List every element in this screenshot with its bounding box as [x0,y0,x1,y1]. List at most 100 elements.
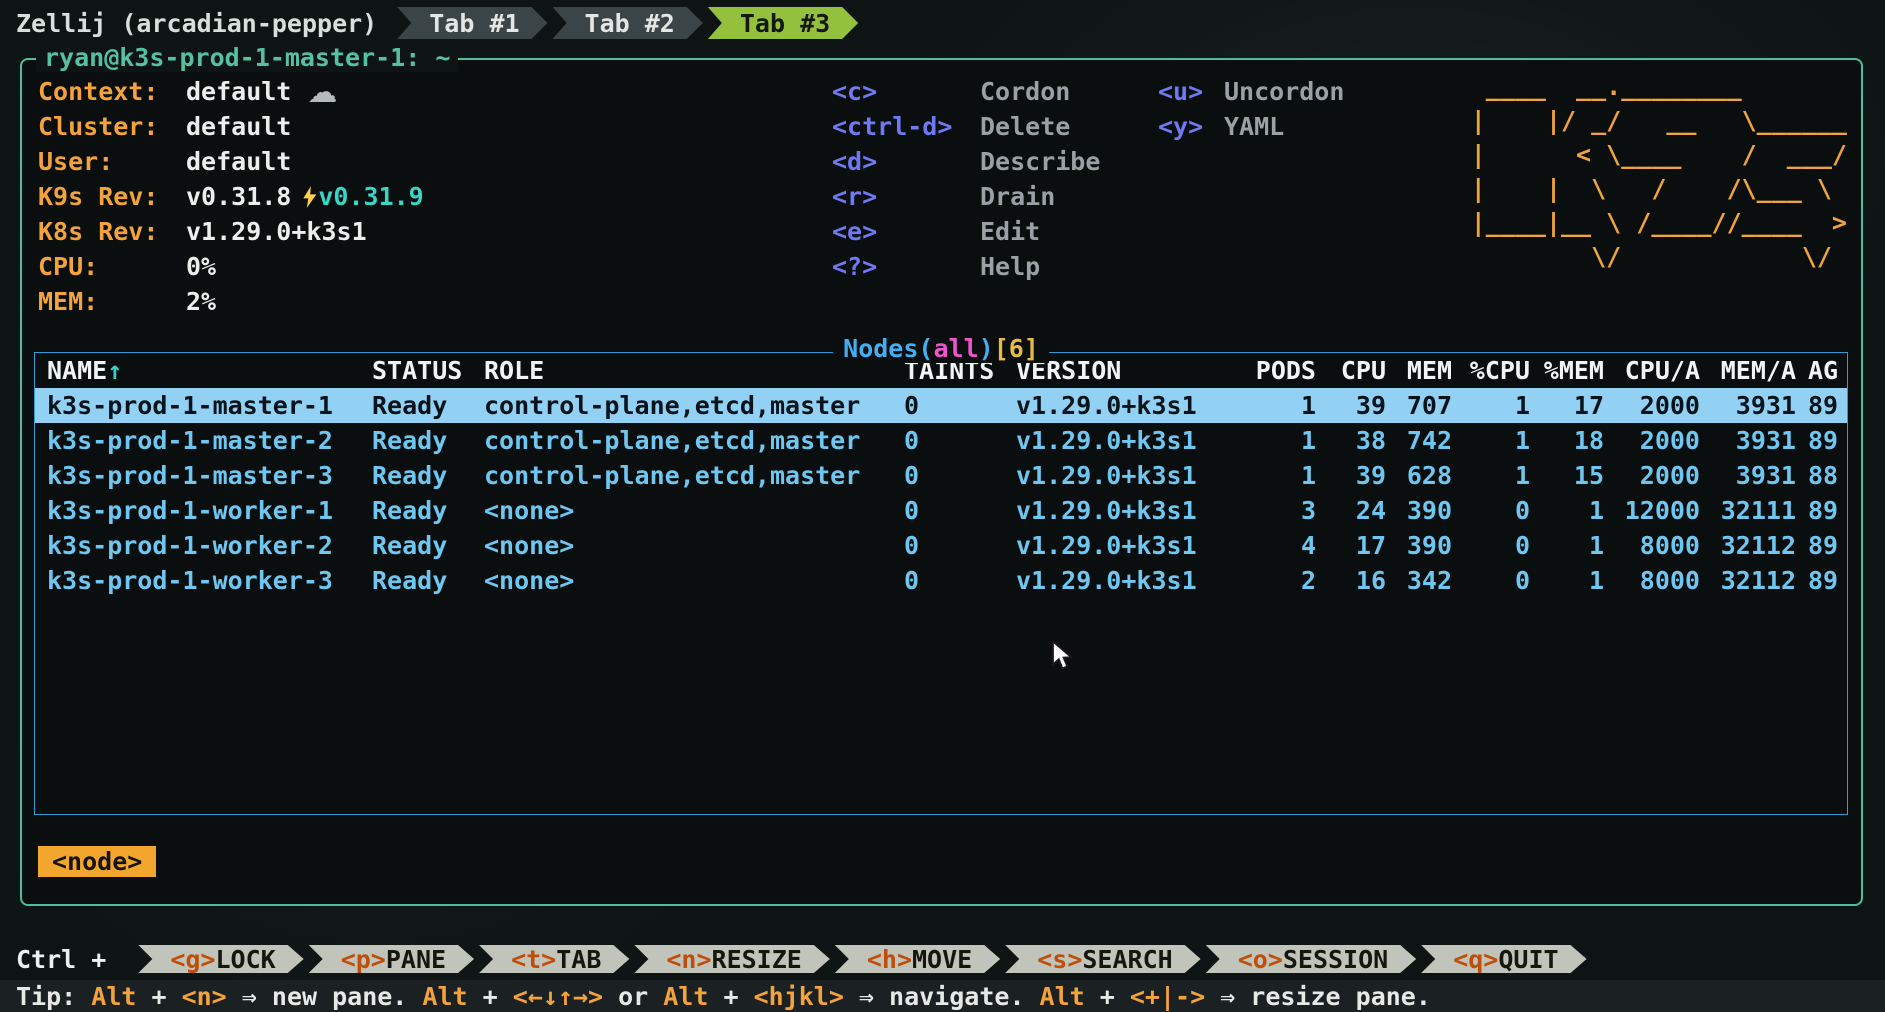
tip-token: <hjkl> [754,982,844,1011]
cell: k3s-prod-1-worker-2 [47,528,372,563]
header-ag[interactable]: AG [1796,353,1842,388]
menu-label [1224,179,1424,214]
zellij-tab-1[interactable]: Tab #1 [397,7,547,39]
tip-token: <n> [182,982,227,1011]
cell: 89 [1796,388,1842,423]
segment-label: QUIT [1498,945,1558,974]
status-segment-search[interactable]: <s> SEARCH [1005,945,1200,973]
menu-key: <ctrl-d> [832,109,980,144]
cell: k3s-prod-1-master-2 [47,423,372,458]
menu-label: Drain [980,179,1158,214]
cell: 17 [1530,388,1604,423]
cell: <none> [484,528,904,563]
cell: 3 [1241,493,1316,528]
status-segment-quit[interactable]: <q> QUIT [1421,945,1586,973]
table-row[interactable]: k3s-prod-1-worker-3Ready<none>0v1.29.0+k… [35,563,1847,598]
table-title: Nodes(all)[6] [833,334,1049,363]
cell: 89 [1796,493,1842,528]
cell: control-plane,etcd,master [484,458,904,493]
cell: 1 [1241,458,1316,493]
cell: 1 [1530,528,1604,563]
cell: 390 [1386,528,1452,563]
cell: 24 [1316,493,1386,528]
header-name[interactable]: NAME↑ [47,353,372,388]
cell: k3s-prod-1-master-3 [47,458,372,493]
tip-token: Alt [1040,982,1085,1011]
cell: control-plane,etcd,master [484,423,904,458]
paren-close: ) [979,334,994,363]
header-cpu[interactable]: %CPU [1452,353,1530,388]
menu-key: <d> [832,144,980,179]
cell: control-plane,etcd,master [484,388,904,423]
cell: 0 [904,458,1016,493]
info-label: K8s Rev: [38,214,186,249]
cell: k3s-prod-1-worker-1 [47,493,372,528]
cell: 8000 [1604,563,1700,598]
status-segment-session[interactable]: <o> SESSION [1206,945,1417,973]
header-version[interactable]: VERSION [1016,353,1241,388]
header-cpua[interactable]: CPU/A [1604,353,1700,388]
cell: 3931 [1700,388,1796,423]
cell: v1.29.0+k3s1 [1016,388,1241,423]
menu-label: Delete [980,109,1158,144]
table-row[interactable]: k3s-prod-1-master-2Readycontrol-plane,et… [35,423,1847,458]
segment-key: <o> [1238,945,1283,974]
tip-token: new pane. [272,982,423,1011]
table-row[interactable]: k3s-prod-1-master-3Readycontrol-plane,et… [35,458,1847,493]
cell: v1.29.0+k3s1 [1016,458,1241,493]
table-row[interactable]: k3s-prod-1-worker-1Ready<none>0v1.29.0+k… [35,493,1847,528]
mouse-cursor [1050,640,1080,672]
segment-label: PANE [386,945,446,974]
tip-token: + [468,982,513,1011]
cell: 4 [1241,528,1316,563]
header-mema[interactable]: MEM/A [1700,353,1796,388]
cell: 2 [1241,563,1316,598]
table-body: k3s-prod-1-master-1Readycontrol-plane,et… [35,388,1847,598]
status-segment-lock[interactable]: <g> LOCK [138,945,303,973]
cell: k3s-prod-1-master-1 [47,388,372,423]
cell: 707 [1386,388,1452,423]
tip-token: Alt [91,982,136,1011]
tip-token: navigate. [889,982,1040,1011]
menu-label: YAML [1224,109,1424,144]
cell: 342 [1386,563,1452,598]
menu-key: <c> [832,74,980,109]
menu-label: Edit [980,214,1158,249]
segment-label: SEARCH [1082,945,1172,974]
cell: 0 [904,493,1016,528]
header-cpu[interactable]: CPU [1316,353,1386,388]
status-segment-tab[interactable]: <t> TAB [479,945,629,973]
status-segment-pane[interactable]: <p> PANE [309,945,474,973]
cell: v1.29.0+k3s1 [1016,528,1241,563]
cell: 0 [904,423,1016,458]
header-pods[interactable]: PODS [1241,353,1316,388]
sort-arrow-icon: ↑ [107,356,122,385]
info-value: v1.29.0+k3s1 [186,217,367,246]
zellij-tab-2[interactable]: Tab #2 [553,7,703,39]
cell: 0 [904,563,1016,598]
tip-token: ⇒ [227,982,272,1011]
terminal-pane[interactable]: ryan@k3s-prod-1-master-1: ~ Context:defa… [20,58,1863,906]
menu-key [1158,249,1224,284]
cell: 1 [1452,458,1530,493]
cell: 2000 [1604,458,1700,493]
status-segment-list: <g> LOCK<p> PANE<t> TAB<n> RESIZE<h> MOV… [138,945,1586,973]
cell: 1 [1241,388,1316,423]
segment-key: <h> [867,945,912,974]
status-segment-move[interactable]: <h> MOVE [835,945,1000,973]
cell: Ready [372,528,484,563]
segment-label: SESSION [1283,945,1388,974]
header-mem[interactable]: MEM [1386,353,1452,388]
zellij-tab-3[interactable]: Tab #3 [708,7,858,39]
tip-token: + [1085,982,1130,1011]
table-row[interactable]: k3s-prod-1-master-1Readycontrol-plane,et… [35,388,1847,423]
table-row[interactable]: k3s-prod-1-worker-2Ready<none>0v1.29.0+k… [35,528,1847,563]
header-mem[interactable]: %MEM [1530,353,1604,388]
tip-token: Alt [422,982,467,1011]
segment-key: <t> [511,945,556,974]
cell: 1 [1530,493,1604,528]
upgrade-version: v0.31.9 [318,182,423,211]
status-segment-resize[interactable]: <n> RESIZE [634,945,829,973]
menu-label: Cordon [980,74,1158,109]
header-status[interactable]: STATUS [372,353,484,388]
